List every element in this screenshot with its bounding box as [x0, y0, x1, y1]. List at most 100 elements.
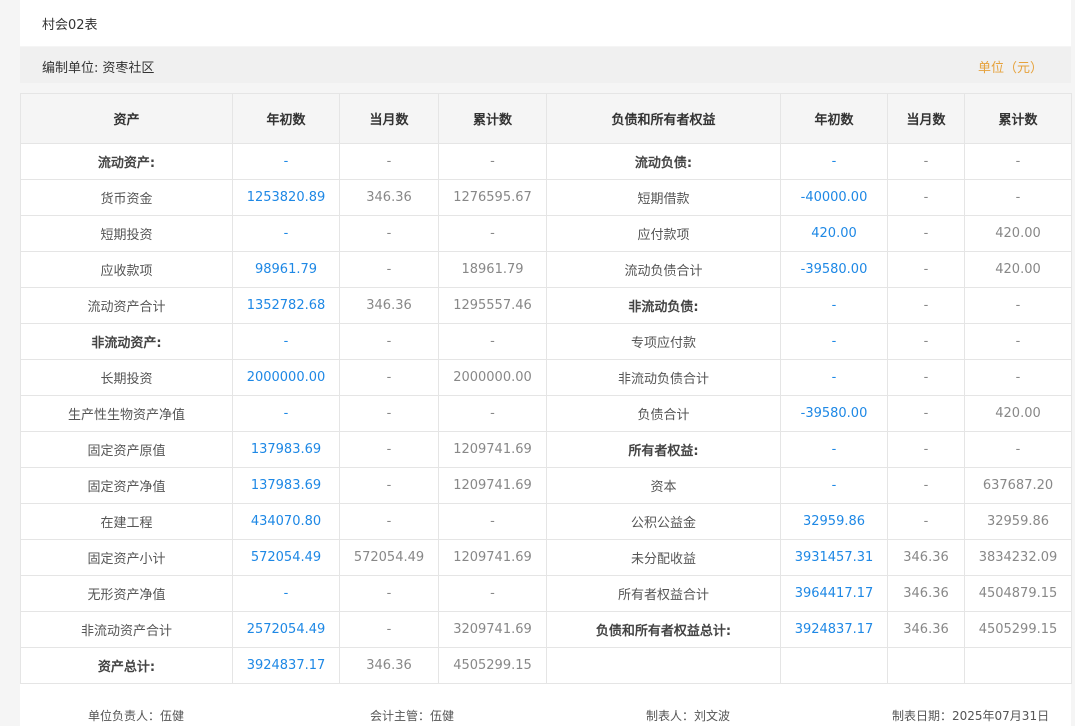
month-value: 346.36: [339, 647, 439, 684]
month-value: -: [339, 575, 439, 612]
table-row: 资产总计: 3924837.17 346.36 4505299.15: [20, 647, 1072, 684]
month-value: 346.36: [339, 287, 439, 324]
col-header: 当月数: [887, 93, 965, 144]
month-value: -: [339, 323, 439, 360]
opening-value: 572054.49: [232, 539, 340, 576]
opening-value: -: [232, 575, 340, 612]
month-value: 346.36: [887, 575, 965, 612]
asset-label: 在建工程: [20, 503, 233, 540]
asset-label: 应收款项: [20, 251, 233, 288]
month-value: -: [339, 395, 439, 432]
month-value: -: [887, 287, 965, 324]
liability-label: 专项应付款: [546, 323, 781, 360]
balance-sheet-table: 资产 年初数 当月数 累计数 负债和所有者权益 年初数 当月数 累计数 流动资产…: [20, 93, 1072, 684]
liability-label: 未分配收益: [546, 539, 781, 576]
opening-value: 3924837.17: [780, 611, 888, 648]
cumulative-value: -: [438, 215, 547, 252]
liability-label: 非流动负债合计: [546, 359, 781, 396]
month-value: -: [339, 143, 439, 180]
cumulative-value: -: [964, 287, 1072, 324]
cumulative-value: -: [438, 503, 547, 540]
cumulative-value: 420.00: [964, 395, 1072, 432]
table-row: 长期投资 2000000.00-2000000.00 非流动负债合计 - - -: [20, 359, 1072, 396]
liability-label: 非流动负债:: [546, 287, 781, 324]
asset-label: 短期投资: [20, 215, 233, 252]
cumulative-value: 4504879.15: [964, 575, 1072, 612]
asset-label: 固定资产原值: [20, 431, 233, 468]
table-row: 短期投资 - - - 应付款项 420.00-420.00: [20, 215, 1072, 252]
preparer: 制表人：刘文波: [646, 709, 731, 723]
unit-head: 单位负责人：伍健: [88, 709, 185, 723]
report-footer: 单位负责人：伍健 会计主管：伍健 制表人：刘文波 制表日期：2025年07月31…: [20, 684, 1071, 726]
col-header: 资产: [20, 93, 233, 144]
opening-value: 98961.79: [232, 251, 340, 288]
asset-label: 固定资产净值: [20, 467, 233, 504]
opening-value: 3964417.17: [780, 575, 888, 612]
month-value: -: [887, 503, 965, 540]
month-value: 346.36: [339, 179, 439, 216]
cumulative-value: -: [438, 323, 547, 360]
month-value: -: [339, 503, 439, 540]
cumulative-value: -: [438, 575, 547, 612]
month-value: -: [339, 215, 439, 252]
org-unit: 编制单位: 资枣社区: [42, 57, 154, 76]
table-row: 非流动资产合计 2572054.49-3209741.69 负债和所有者权益总计: 3…: [20, 611, 1072, 648]
month-value: -: [887, 251, 965, 288]
table-row: 应收款项 98961.79-18961.79 流动负债合计 -39580.00-420…: [20, 251, 1072, 288]
opening-value: 1352782.68: [232, 287, 340, 324]
cumulative-value: 1209741.69: [438, 539, 547, 576]
asset-label: 非流动资产合计: [20, 611, 233, 648]
opening-value: -: [232, 143, 340, 180]
table-row: 在建工程 434070.80- - 公积公益金 32959.86-32959.86: [20, 503, 1072, 540]
opening-value: -: [780, 323, 888, 360]
asset-label: 货币资金: [20, 179, 233, 216]
cumulative-value: 4505299.15: [964, 611, 1072, 648]
cumulative-value: 4505299.15: [438, 647, 547, 684]
table-row: 流动资产: - - - 流动负债: - - -: [20, 143, 1072, 180]
opening-value: -39580.00: [780, 395, 888, 432]
table-row: 无形资产净值 - - - 所有者权益合计 3964417.17 346.36 4504879.…: [20, 575, 1072, 612]
cumulative-value: -: [964, 359, 1072, 396]
org-label: 编制单位:: [42, 61, 99, 76]
opening-value: 2572054.49: [232, 611, 340, 648]
table-row: 固定资产小计 572054.49 572054.49 1209741.69 未分配收益 3…: [20, 539, 1072, 576]
opening-value: -: [780, 431, 888, 468]
table-body: 流动资产: - - - 流动负债: - - - 货币资金 1253820.89 346.36 1276…: [20, 143, 1072, 684]
col-header: 年初数: [232, 93, 340, 144]
col-header: 累计数: [964, 93, 1072, 144]
opening-value: 32959.86: [780, 503, 888, 540]
balance-sheet: 资产 年初数 当月数 累计数 负债和所有者权益 年初数 当月数 累计数 流动资产…: [20, 93, 1072, 684]
table-row: 固定资产净值 137983.69-1209741.69 资本 - -637687.20: [20, 467, 1072, 504]
month-value: -: [887, 359, 965, 396]
cumulative-value: 1209741.69: [438, 431, 547, 468]
cumulative-value: -: [438, 395, 547, 432]
cumulative-value: 1276595.67: [438, 179, 547, 216]
month-value: -: [339, 611, 439, 648]
opening-value: 434070.80: [232, 503, 340, 540]
cumulative-value: -: [964, 143, 1072, 180]
asset-label: 流动资产:: [20, 143, 233, 180]
col-header: 累计数: [438, 93, 547, 144]
month-value: -: [887, 215, 965, 252]
opening-value: 137983.69: [232, 431, 340, 468]
liability-label: [546, 647, 781, 684]
opening-value: -: [780, 287, 888, 324]
report-info-bar: 编制单位: 资枣社区 单位（元）: [20, 47, 1071, 83]
month-value: [887, 647, 965, 684]
opening-value: 420.00: [780, 215, 888, 252]
cumulative-value: 32959.86: [964, 503, 1072, 540]
table-row: 流动资产合计 1352782.68 346.36 1295557.46 非流动负债: - -…: [20, 287, 1072, 324]
table-row: 固定资产原值 137983.69-1209741.69 所有者权益: - - -: [20, 431, 1072, 468]
liability-label: 流动负债:: [546, 143, 781, 180]
liability-label: 流动负债合计: [546, 251, 781, 288]
col-header: 当月数: [339, 93, 439, 144]
cumulative-value: 420.00: [964, 251, 1072, 288]
opening-value: -: [780, 467, 888, 504]
cumulative-value: 3834232.09: [964, 539, 1072, 576]
liability-label: 短期借款: [546, 179, 781, 216]
asset-label: 固定资产小计: [20, 539, 233, 576]
month-value: 346.36: [887, 611, 965, 648]
opening-value: -: [232, 215, 340, 252]
cumulative-value: [964, 647, 1072, 684]
opening-value: 2000000.00: [232, 359, 340, 396]
